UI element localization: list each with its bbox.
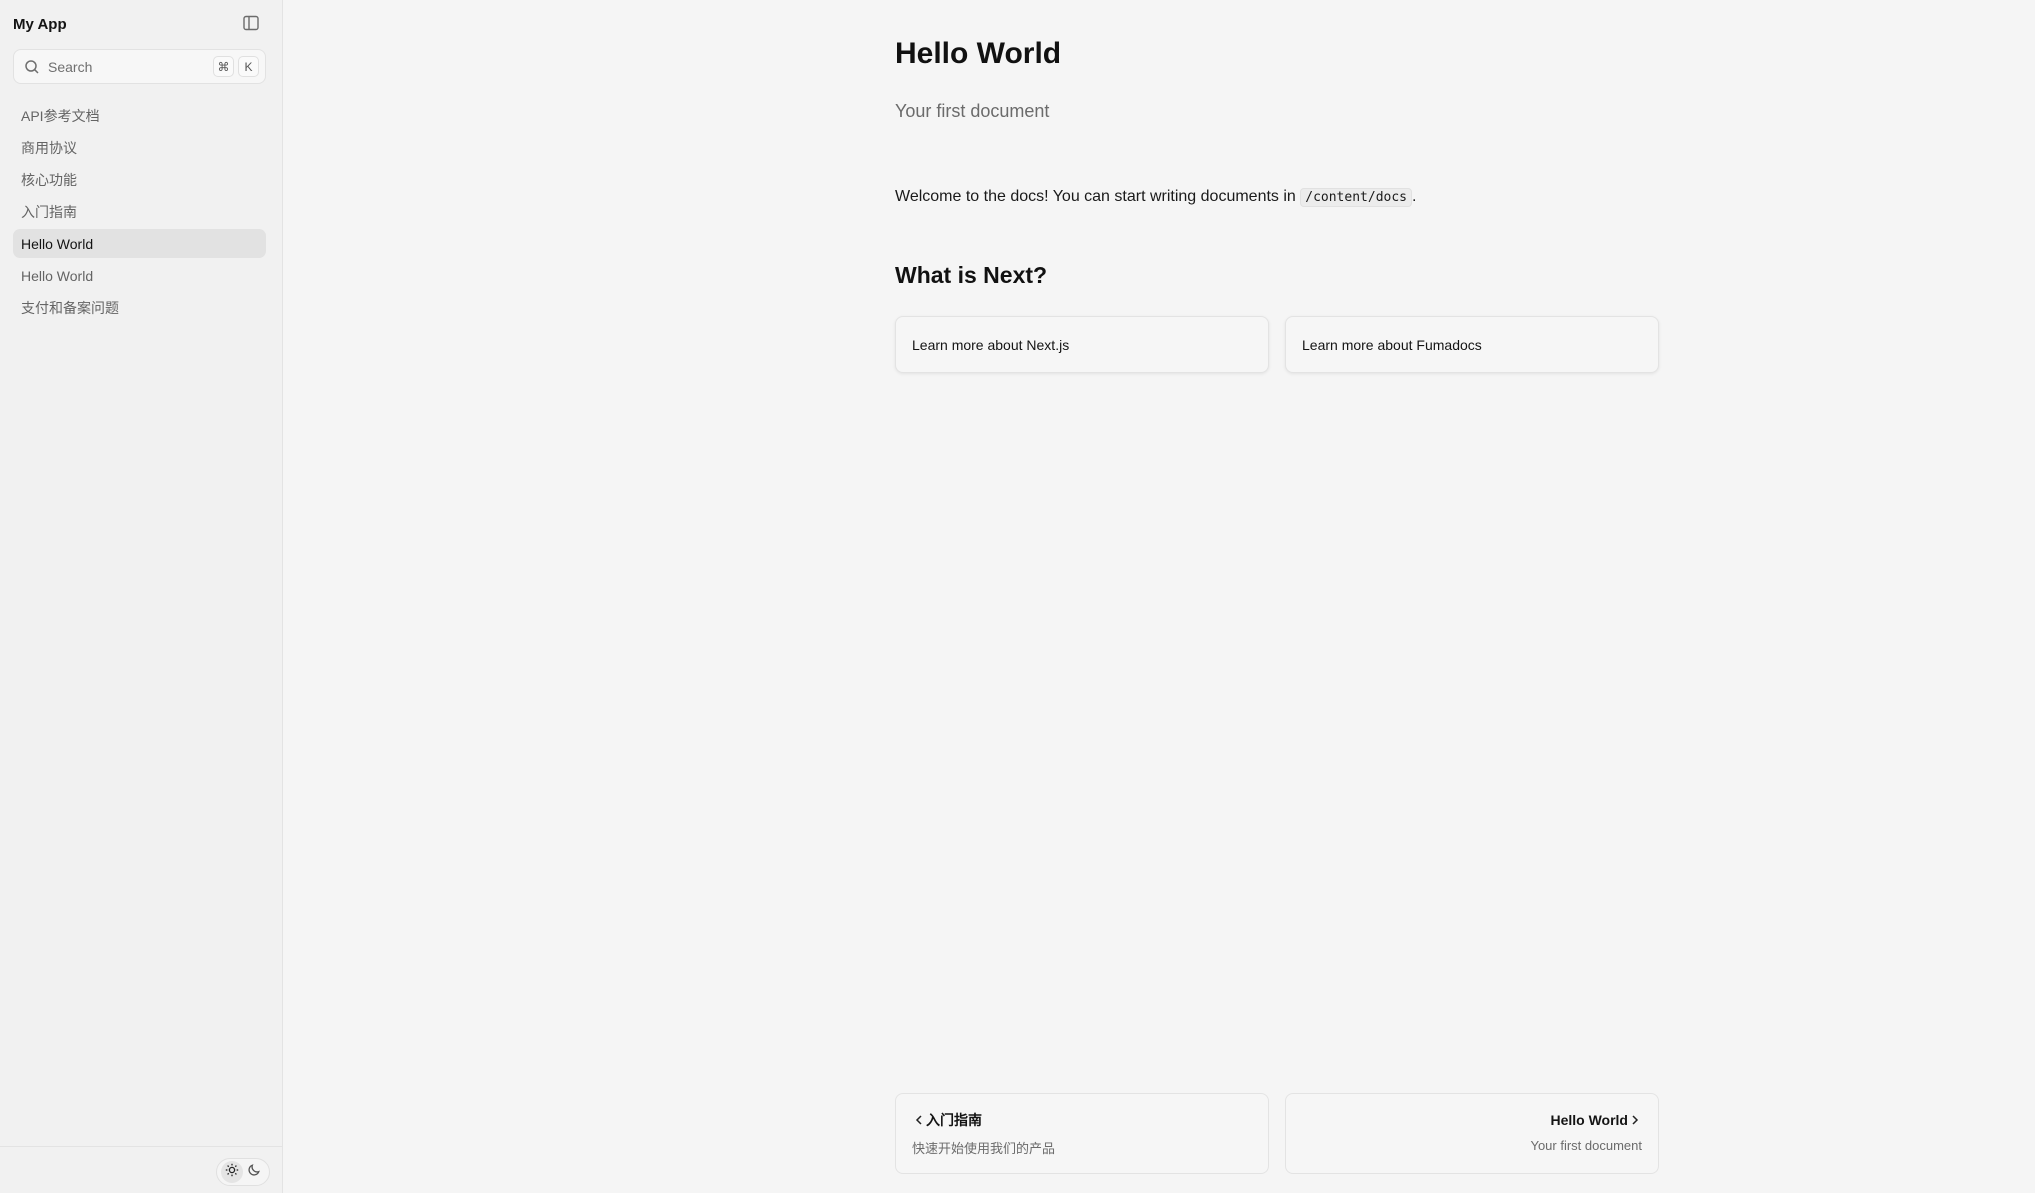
search-button[interactable]: Search ⌘ K xyxy=(13,49,266,84)
sidebar-toggle-button[interactable] xyxy=(240,14,262,36)
moon-icon xyxy=(247,1163,261,1182)
sidebar-item-api-reference[interactable]: API参考文档 xyxy=(13,101,266,130)
chevron-left-icon xyxy=(912,1113,926,1127)
intro-text-end: . xyxy=(1412,188,1417,205)
sidebar-footer xyxy=(0,1146,283,1193)
page-title: Hello World xyxy=(895,37,1062,70)
main-content: Hello World Your first document Welcome … xyxy=(284,0,2035,1193)
sidebar-item-core-features[interactable]: 核心功能 xyxy=(13,165,266,194)
previous-page-title-row: 入门指南 xyxy=(912,1110,1252,1130)
link-cards: Learn more about Next.js Learn more abou… xyxy=(895,316,1659,373)
sidebar-item-commercial-agreement[interactable]: 商用协议 xyxy=(13,133,266,162)
sidebar-item-hello-world-active[interactable]: Hello World xyxy=(13,229,266,258)
previous-page-link[interactable]: 入门指南 快速开始使用我们的产品 xyxy=(895,1093,1269,1174)
page-footer-nav: 入门指南 快速开始使用我们的产品 Hello World Your first … xyxy=(895,1093,1659,1174)
next-page-title: Hello World xyxy=(1550,1112,1628,1128)
shortcut-k-key: K xyxy=(238,56,259,77)
search-icon xyxy=(24,59,40,75)
fumadocs-card[interactable]: Learn more about Fumadocs xyxy=(1285,316,1659,373)
chevron-right-icon xyxy=(1628,1113,1642,1127)
shortcut-mod-key: ⌘ xyxy=(213,56,234,77)
inline-code: /content/docs xyxy=(1300,188,1412,207)
sidebar: My App Search ⌘ K API参考文档 商用协议 核心功能 入门指南… xyxy=(0,0,283,1193)
sidebar-item-payment-filing[interactable]: 支付和备案问题 xyxy=(13,293,266,322)
next-page-title-row: Hello World xyxy=(1302,1110,1642,1130)
previous-page-title: 入门指南 xyxy=(926,1112,982,1128)
intro-text: Welcome to the docs! You can start writi… xyxy=(895,188,1301,205)
app-window: My App Search ⌘ K API参考文档 商用协议 核心功能 入门指南… xyxy=(0,0,2035,1193)
sidebar-panel-icon xyxy=(242,14,260,37)
next-page-description: Your first document xyxy=(1530,1138,1642,1153)
page-subtitle: Your first document xyxy=(895,101,1050,121)
light-theme-button[interactable] xyxy=(221,1161,243,1183)
sidebar-nav: API参考文档 商用协议 核心功能 入门指南 Hello World Hello… xyxy=(13,101,266,325)
theme-toggle[interactable] xyxy=(216,1158,270,1186)
next-page-link[interactable]: Hello World Your first document xyxy=(1285,1093,1659,1174)
intro-paragraph: Welcome to the docs! You can start writi… xyxy=(895,186,1659,209)
sun-icon xyxy=(225,1163,239,1182)
sidebar-item-getting-started[interactable]: 入门指南 xyxy=(13,197,266,226)
sidebar-item-hello-world[interactable]: Hello World xyxy=(13,261,266,290)
nextjs-card[interactable]: Learn more about Next.js xyxy=(895,316,1269,373)
section-heading: What is Next? xyxy=(895,262,1048,288)
search-placeholder: Search xyxy=(48,58,93,75)
app-title[interactable]: My App xyxy=(13,16,67,33)
dark-theme-button[interactable] xyxy=(243,1161,265,1183)
previous-page-description: 快速开始使用我们的产品 xyxy=(912,1141,1056,1156)
